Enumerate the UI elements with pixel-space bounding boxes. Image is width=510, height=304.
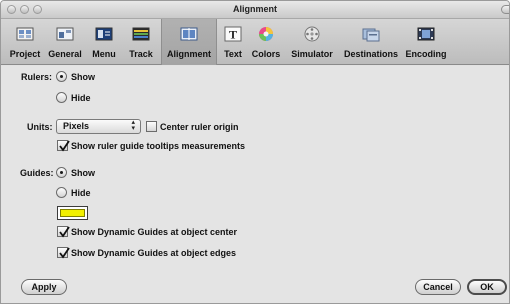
tab-menu[interactable]: Menu [87, 19, 121, 65]
rulers-show-label[interactable]: Show [71, 72, 95, 82]
apply-button[interactable]: Apply [21, 279, 67, 295]
guides-show-radio[interactable] [56, 167, 67, 178]
dynamic-guides-edges-checkbox[interactable] [57, 247, 70, 259]
guides-hide-radio[interactable] [56, 187, 67, 198]
dynamic-guides-center-label[interactable]: Show Dynamic Guides at object center [71, 227, 237, 237]
general-icon [56, 27, 74, 41]
tab-colors[interactable]: Colors [247, 19, 285, 65]
tab-simulator[interactable]: Simulator [287, 19, 337, 65]
popup-arrows-icon: ▴ ▾ [131, 119, 135, 132]
text-icon: T [224, 26, 242, 42]
svg-text:T: T [229, 28, 237, 42]
rulers-label: Rulers: [21, 72, 53, 82]
project-icon [16, 27, 34, 41]
preferences-toolbar: Project General Menu Track Alignment T T… [1, 19, 509, 65]
checkmark-icon [59, 140, 70, 152]
ruler-tooltips-label[interactable]: Show ruler guide tooltips measurements [71, 141, 245, 151]
cancel-button[interactable]: Cancel [415, 279, 461, 295]
rulers-show-radio[interactable] [56, 71, 67, 82]
guides-hide-label[interactable]: Hide [71, 188, 91, 198]
tab-encoding[interactable]: Encoding [403, 19, 449, 65]
track-icon [132, 27, 150, 41]
guides-show-label[interactable]: Show [71, 168, 95, 178]
destinations-icon [362, 28, 380, 42]
tab-project[interactable]: Project [5, 19, 45, 65]
alignment-icon [180, 27, 198, 41]
center-ruler-origin-label[interactable]: Center ruler origin [160, 122, 239, 132]
preferences-window: Alignment Project General Menu Track Ali… [0, 0, 510, 304]
tab-destinations[interactable]: Destinations [339, 19, 403, 65]
simulator-icon [304, 26, 320, 42]
encoding-icon [417, 27, 435, 41]
units-label: Units: [27, 122, 53, 132]
center-ruler-origin-checkbox[interactable] [146, 121, 157, 132]
window-title: Alignment [233, 4, 277, 14]
title-bar[interactable]: Alignment [1, 1, 509, 19]
menu-icon [95, 27, 113, 41]
guides-label: Guides: [20, 168, 54, 178]
toolbar-toggle-button[interactable] [501, 5, 509, 14]
ruler-tooltips-checkbox[interactable] [57, 140, 70, 152]
tab-track[interactable]: Track [123, 19, 159, 65]
tab-text[interactable]: T Text [219, 19, 247, 65]
rulers-hide-label[interactable]: Hide [71, 93, 91, 103]
colors-icon [259, 27, 273, 41]
guide-color-well[interactable] [57, 206, 88, 220]
ok-button[interactable]: OK [467, 279, 507, 295]
guide-color-swatch [60, 209, 85, 217]
tab-alignment[interactable]: Alignment [161, 19, 217, 65]
units-popup[interactable]: Pixels ▴ ▾ [56, 119, 141, 134]
alignment-pane: Rulers: Show Hide Units: Pixels ▴ ▾ Cente… [1, 66, 509, 303]
dynamic-guides-center-checkbox[interactable] [57, 226, 70, 238]
checkmark-icon [59, 247, 70, 259]
units-popup-value: Pixels [63, 121, 90, 131]
checkmark-icon [59, 226, 70, 238]
tab-general[interactable]: General [45, 19, 85, 65]
dynamic-guides-edges-label[interactable]: Show Dynamic Guides at object edges [71, 248, 236, 258]
rulers-hide-radio[interactable] [56, 92, 67, 103]
